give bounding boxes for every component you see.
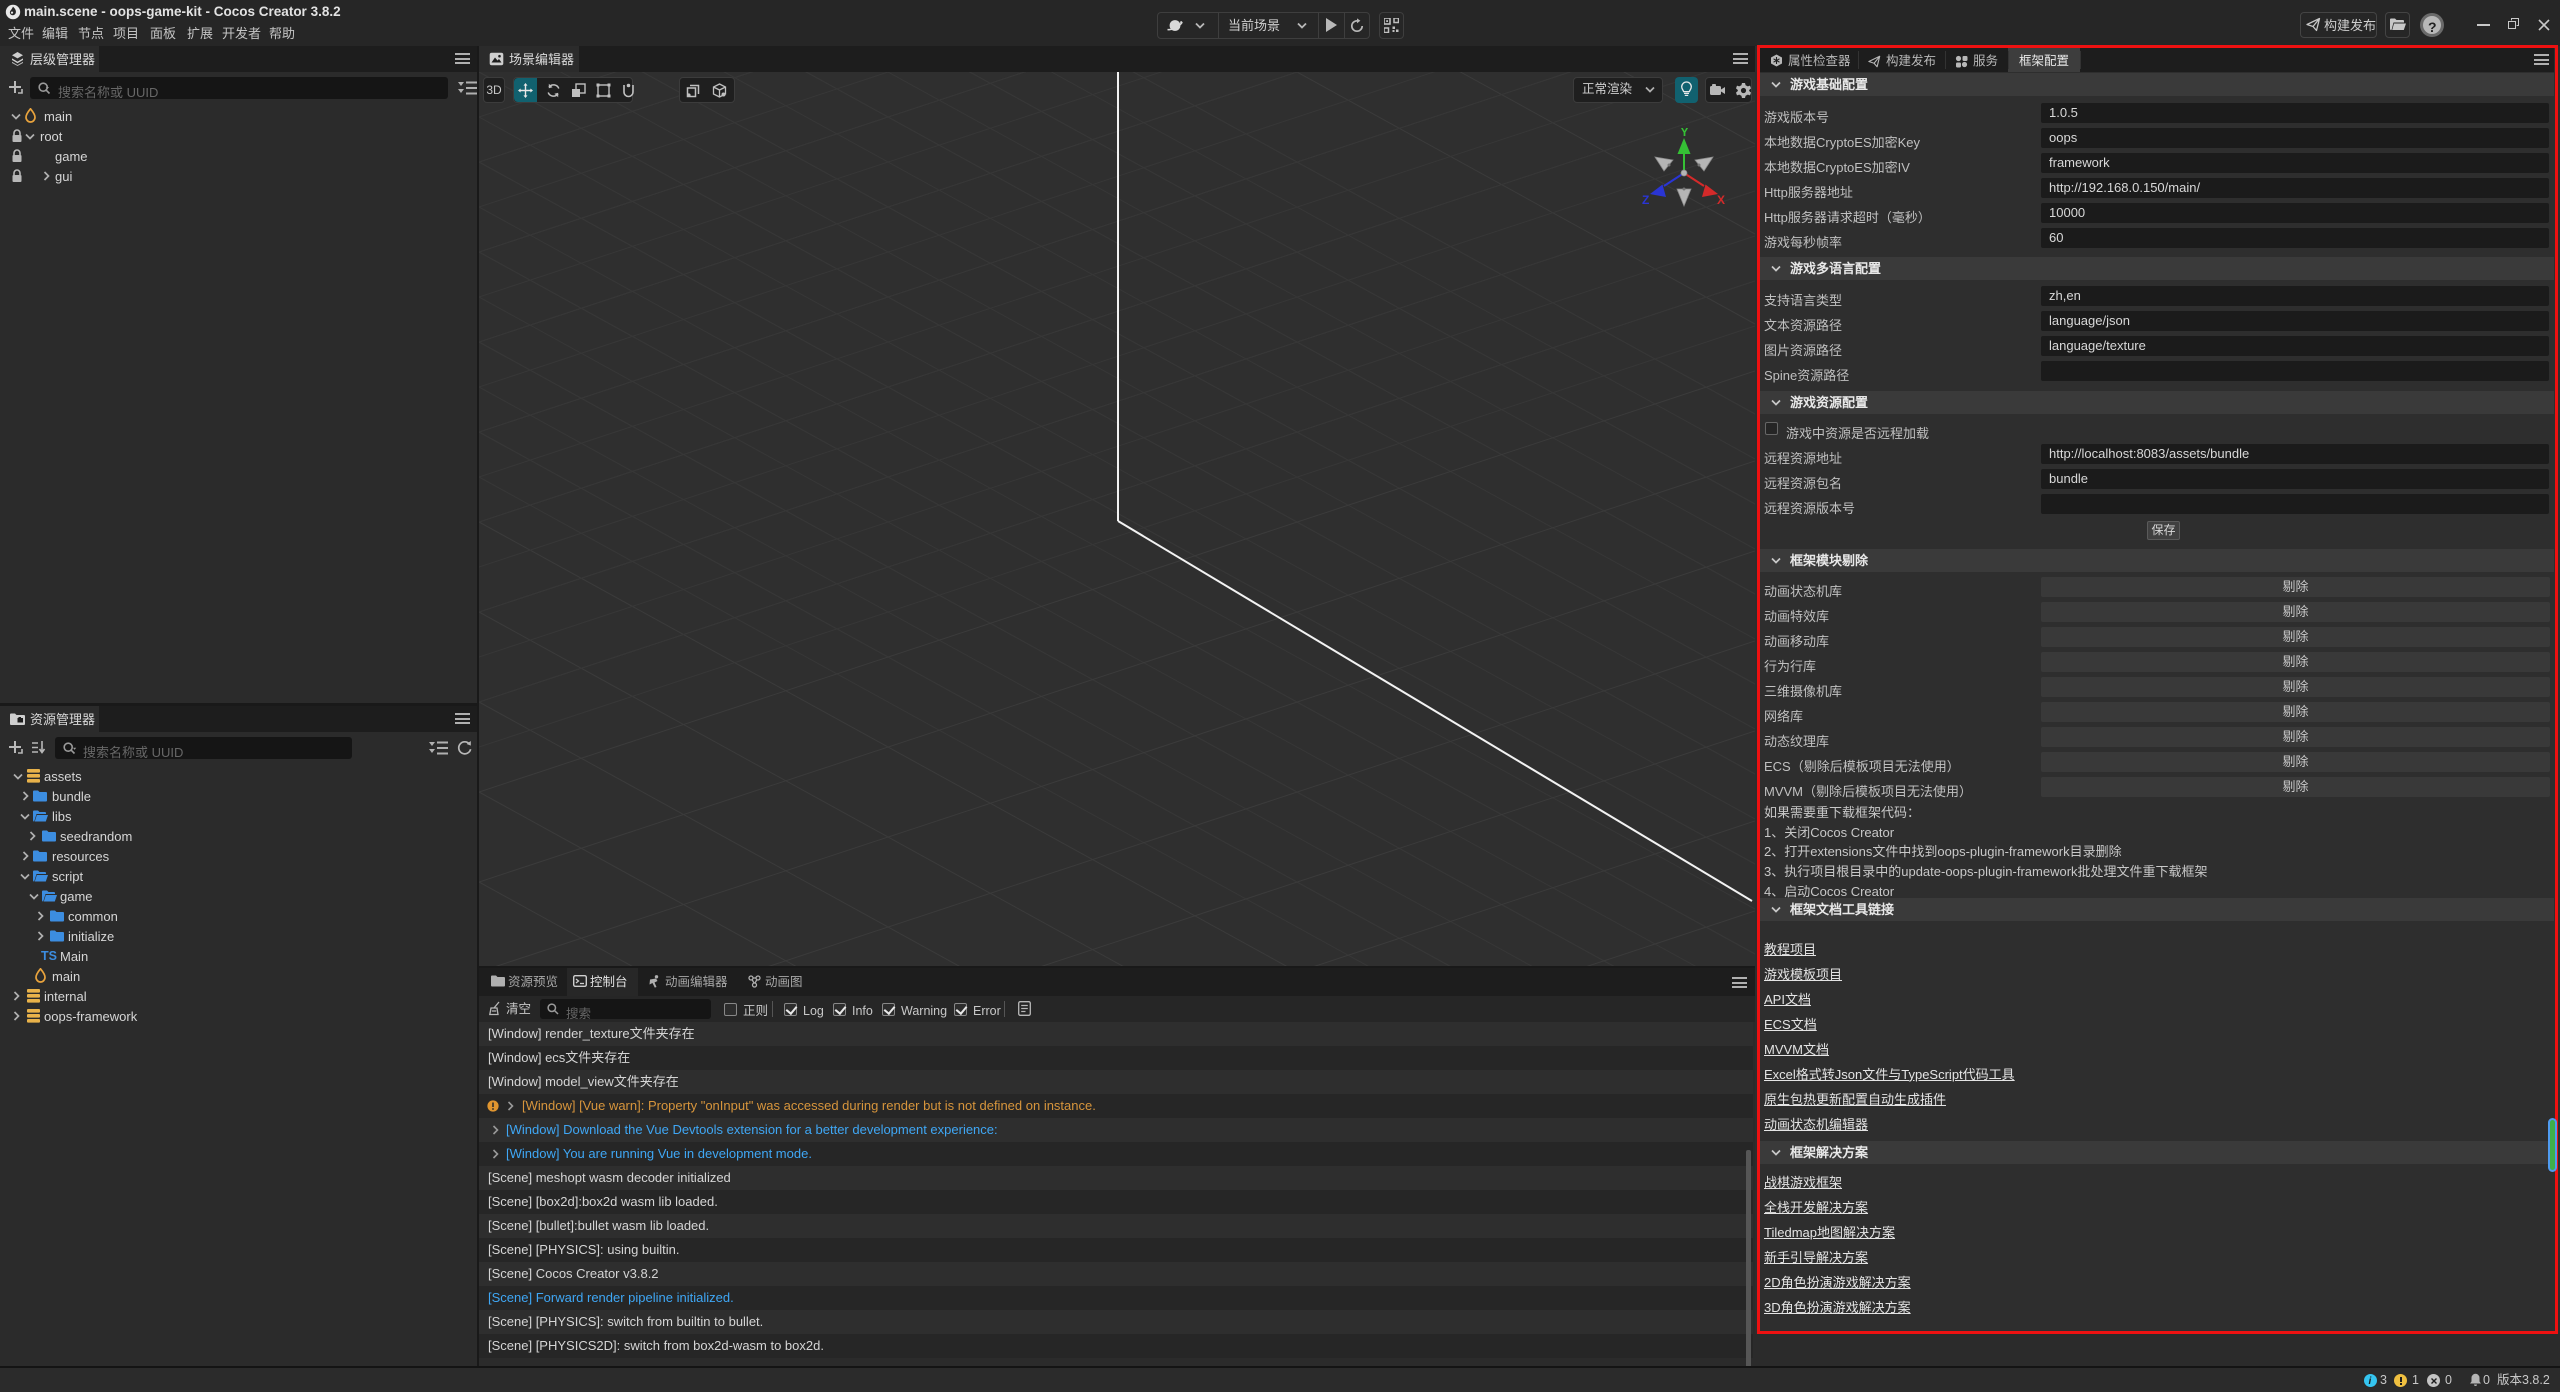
svg-text:Y: Y [1681, 128, 1689, 139]
svg-text:X: X [1717, 193, 1725, 207]
svg-text:Z: Z [1642, 193, 1649, 207]
